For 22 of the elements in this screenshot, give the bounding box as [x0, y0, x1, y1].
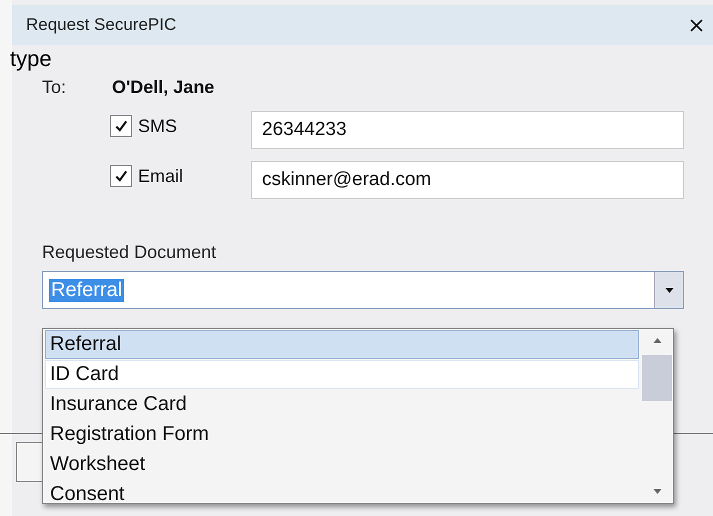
document-label: Requested Document — [42, 242, 218, 263]
checkmark-icon — [114, 169, 128, 183]
dropdown-option[interactable]: Consent — [45, 480, 639, 509]
contact-input[interactable]: 26344233 — [251, 111, 684, 149]
channel-checkbox[interactable]: Email — [110, 165, 251, 187]
scrollbar-thumb[interactable] — [642, 355, 672, 401]
dropdown-option[interactable]: Referral — [45, 330, 639, 359]
scroll-up-icon[interactable] — [652, 338, 662, 343]
to-label: To: — [42, 76, 68, 98]
annotation-label: type — [10, 46, 52, 72]
caret-icon — [664, 288, 674, 292]
channel-checkbox[interactable]: SMS — [110, 115, 251, 137]
dropdown-option[interactable]: Insurance Card — [45, 390, 639, 419]
window-title: Request SecurePIC — [26, 15, 176, 35]
dropdown-option[interactable]: Registration Form — [45, 420, 639, 449]
scroll-down-icon[interactable] — [652, 489, 662, 494]
close-icon[interactable] — [690, 18, 703, 32]
dropdown-option[interactable]: ID Card — [45, 360, 639, 389]
recipient-name: O'Dell, Jane — [112, 76, 214, 98]
checkmark-icon — [114, 119, 128, 133]
dropdown-option[interactable]: Worksheet — [45, 450, 639, 479]
contact-input[interactable]: cskinner@erad.com — [251, 161, 684, 199]
